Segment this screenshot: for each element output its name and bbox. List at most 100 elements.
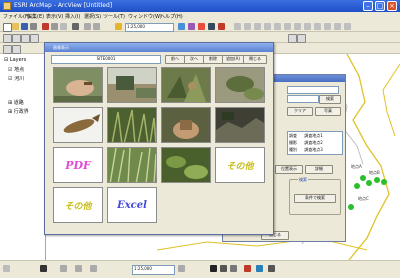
- copy-icon[interactable]: [51, 23, 58, 30]
- command-icon[interactable]: [208, 23, 215, 30]
- scale-dropdown[interactable]: 1:25,000: [125, 23, 174, 32]
- menu-edit[interactable]: 編集(E): [27, 13, 44, 20]
- toc-item[interactable]: ☑ 河川: [8, 75, 24, 82]
- search-button[interactable]: 検索: [319, 95, 341, 104]
- menu-window[interactable]: ウィンドウ(W): [128, 13, 162, 20]
- menu-insert[interactable]: 挿入(I): [65, 13, 80, 20]
- italic-icon[interactable]: [220, 265, 227, 272]
- status-scale-field[interactable]: 1:25,000: [132, 265, 175, 275]
- minimize-button[interactable]: –: [363, 1, 373, 11]
- photo-thumbnail[interactable]: [215, 107, 265, 143]
- menu-help[interactable]: ヘルプ(H): [160, 13, 183, 20]
- clear-button[interactable]: クリア: [287, 107, 313, 116]
- new-icon[interactable]: [3, 23, 12, 32]
- tool-icon-8[interactable]: [304, 23, 311, 30]
- site-point[interactable]: [354, 183, 360, 189]
- pointer-icon[interactable]: [40, 265, 47, 272]
- excel-file-tile[interactable]: Excel: [107, 187, 157, 223]
- zoom-in-icon[interactable]: [3, 34, 12, 43]
- editor-icon[interactable]: [178, 23, 185, 30]
- photo-button[interactable]: 写真: [315, 107, 341, 116]
- form-input-code[interactable]: [287, 95, 319, 103]
- font-color-icon[interactable]: [244, 265, 251, 272]
- locate-button[interactable]: 位置表示: [275, 165, 303, 174]
- toc-item[interactable]: ☑ 地点: [8, 66, 24, 73]
- toc-item[interactable]: ⊟ Layers: [4, 57, 26, 63]
- undo-icon[interactable]: [84, 23, 91, 30]
- text-icon[interactable]: [90, 265, 97, 272]
- site-point[interactable]: [381, 179, 387, 185]
- site-id-field[interactable]: SITE0001: [51, 55, 161, 64]
- print-icon[interactable]: [30, 23, 37, 30]
- photo-thumbnail[interactable]: [161, 147, 211, 183]
- tool-icon-10[interactable]: [324, 23, 331, 30]
- fill-color-icon[interactable]: [256, 265, 263, 272]
- tool-icon-12[interactable]: [344, 23, 351, 30]
- photo-thumbnail[interactable]: [53, 67, 103, 103]
- tool-icon-4[interactable]: [264, 23, 271, 30]
- line-color-icon[interactable]: [268, 265, 275, 272]
- add-button[interactable]: 追加(A): [222, 55, 244, 64]
- tool-icon-6[interactable]: [284, 23, 291, 30]
- layout-icon[interactable]: [188, 23, 195, 30]
- menu-select[interactable]: 選択(S): [84, 13, 101, 20]
- photo-thumbnail[interactable]: [107, 107, 157, 143]
- table-row[interactable]: 調査 調査地点1: [289, 133, 323, 139]
- layer-icon[interactable]: [3, 45, 12, 54]
- photo-thumbnail[interactable]: [53, 107, 103, 143]
- site-point[interactable]: [366, 180, 372, 186]
- tool-icon-7[interactable]: [294, 23, 301, 30]
- full-extent-icon[interactable]: [30, 34, 39, 43]
- photo-thumbnail[interactable]: [161, 67, 211, 103]
- tool-icon-9[interactable]: [314, 23, 321, 30]
- toc-item[interactable]: ⊞ 行政界: [8, 108, 29, 115]
- other-file-tile[interactable]: その他: [215, 147, 265, 183]
- menu-file[interactable]: ファイル(F): [3, 13, 30, 20]
- maximize-button[interactable]: □: [375, 1, 385, 11]
- site-point[interactable]: [374, 177, 380, 183]
- underline-icon[interactable]: [230, 265, 237, 272]
- source-icon[interactable]: [12, 45, 21, 54]
- photo-thumbnail[interactable]: [107, 67, 157, 103]
- save-icon[interactable]: [21, 23, 28, 30]
- toc-item[interactable]: ⊞ 道路: [8, 99, 24, 106]
- bold-icon[interactable]: [210, 265, 217, 272]
- select-icon[interactable]: [288, 34, 297, 43]
- add-data-icon[interactable]: [115, 23, 122, 30]
- rotate-icon[interactable]: [60, 265, 67, 272]
- identify-icon[interactable]: [297, 34, 306, 43]
- prev-button[interactable]: 前へ: [165, 55, 185, 64]
- redo-icon[interactable]: [93, 23, 100, 30]
- photo-thumbnail[interactable]: [107, 147, 157, 183]
- detail-button[interactable]: 詳細: [305, 165, 333, 174]
- menu-view[interactable]: 表示(V): [46, 13, 63, 20]
- delete-icon[interactable]: [72, 23, 79, 30]
- photo-thumbnail[interactable]: [215, 67, 265, 103]
- site-point[interactable]: [360, 175, 366, 181]
- close-button[interactable]: ×: [387, 1, 397, 11]
- dialog-close-button[interactable]: 閉じる: [243, 55, 267, 64]
- other-file-tile[interactable]: その他: [53, 187, 103, 223]
- pan-icon[interactable]: [21, 34, 30, 43]
- zoom-out-icon[interactable]: [12, 34, 21, 43]
- menu-tools[interactable]: ツール(T): [103, 13, 125, 20]
- tool-icon-11[interactable]: [334, 23, 341, 30]
- tool-icon-5[interactable]: [274, 23, 281, 30]
- site-point[interactable]: [348, 204, 354, 210]
- table-row[interactable]: 種別 調査地点3: [289, 147, 323, 153]
- open-icon[interactable]: [12, 23, 19, 30]
- arc-toolbox-icon[interactable]: [198, 23, 205, 30]
- info-icon[interactable]: [218, 23, 225, 30]
- font-size-icon[interactable]: [178, 265, 185, 272]
- drawing-icon[interactable]: [3, 265, 10, 272]
- paste-icon[interactable]: [60, 23, 67, 30]
- tool-icon-1[interactable]: [234, 23, 241, 30]
- tool-icon-2[interactable]: [244, 23, 251, 30]
- delete-button[interactable]: 削除: [203, 55, 223, 64]
- condition-search-button[interactable]: 条件で検索: [294, 194, 336, 203]
- cut-icon[interactable]: [42, 23, 49, 30]
- rectangle-icon[interactable]: [75, 265, 82, 272]
- tool-icon-3[interactable]: [254, 23, 261, 30]
- next-button[interactable]: 次へ: [184, 55, 204, 64]
- photo-thumbnail[interactable]: [161, 107, 211, 143]
